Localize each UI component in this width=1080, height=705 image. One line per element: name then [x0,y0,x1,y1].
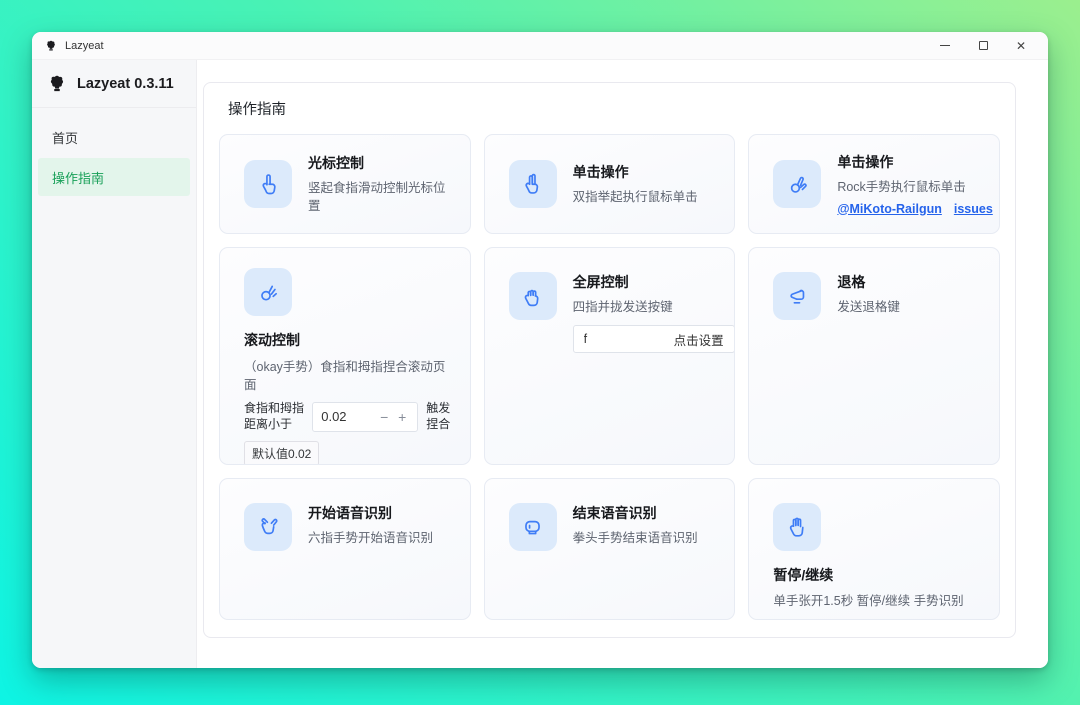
card-scroll-control: 滚动控制 （okay手势）食指和拇指捏合滚动页面 食指和拇指距离小于 − + 触… [219,247,471,465]
point-up-hand-icon [244,160,292,208]
card-title: 滚动控制 [244,330,456,350]
card-title: 结束语音识别 [573,503,698,523]
card-backspace: 退格 发送退格键 [748,247,1000,465]
app-logo-icon [44,39,58,53]
threshold-prefix-label: 食指和拇指距离小于 [244,401,304,432]
two-fingers-hand-icon [509,160,557,208]
card-desc: 发送退格键 [837,298,900,316]
click-to-set-button[interactable]: 点击设置 [674,330,724,349]
app-name-version: Lazyeat 0.3.11 [77,76,174,92]
guide-panel: 操作指南 光标控制 竖起食指滑动控制光标位置 [203,82,1016,638]
card-title: 开始语音识别 [308,503,433,523]
card-desc: 六指手势开始语音识别 [308,529,433,547]
threshold-number-input[interactable]: − + [312,402,418,432]
okay-gesture-hand-icon [244,268,292,316]
sidebar-item-label: 首页 [52,128,78,147]
card-desc: 双指举起执行鼠标单击 [573,188,698,206]
card-desc: 四指并拢发送按键 [573,298,721,316]
sidebar: Lazyeat 0.3.11 首页 操作指南 [32,60,197,668]
card-pause-continue: 暂停/继续 单手张开1.5秒 暂停/继续 手势识别 [748,478,1000,620]
card-title: 退格 [837,272,900,292]
card-title: 暂停/继续 [773,565,981,585]
card-desc: Rock手势执行鼠标单击 [837,178,985,196]
maximize-button[interactable] [964,34,1002,58]
sidebar-item-home[interactable]: 首页 [38,118,190,156]
card-desc: 竖起食指滑动控制光标位置 [308,179,456,215]
maximize-icon [979,41,988,50]
card-title: 单击操作 [573,162,698,182]
titlebar: Lazyeat ✕ [32,32,1048,60]
fist-hand-icon [509,503,557,551]
backspace-hand-icon [773,272,821,320]
card-desc: 拳头手势结束语音识别 [573,529,698,547]
card-title: 光标控制 [308,153,456,173]
sidebar-menu: 首页 操作指南 [32,108,196,206]
threshold-value-field[interactable] [321,409,373,424]
card-title: 单击操作 [837,152,985,172]
threshold-suffix-label: 触发捏合 [426,401,455,432]
open-palm-hand-icon [773,503,821,551]
rock-gesture-hand-icon [773,160,821,208]
increment-button[interactable]: + [395,409,409,425]
card-title: 全屏控制 [573,272,721,292]
main-content: 操作指南 光标控制 竖起食指滑动控制光标位置 [197,60,1048,668]
card-start-voice-recognition: 开始语音识别 六指手势开始语音识别 [219,478,471,620]
card-desc: 单手张开1.5秒 暂停/继续 手势识别 [773,592,981,610]
four-fingers-hand-icon [509,272,557,320]
card-fullscreen-control: 全屏控制 四指并拢发送按键 点击设置 [484,247,736,465]
author-link[interactable]: @MiKoto-Railgun [837,202,942,216]
lazyeat-logo-icon [46,73,68,95]
app-window: Lazyeat ✕ Lazyeat 0.3.11 首页 操作指南 [32,32,1048,668]
close-icon: ✕ [1016,39,1026,53]
close-button[interactable]: ✕ [1002,34,1040,58]
card-end-voice-recognition: 结束语音识别 拳头手势结束语音识别 [484,478,736,620]
card-click-rock: 单击操作 Rock手势执行鼠标单击 @MiKoto-Railgun issues [748,134,1000,234]
guide-cards-grid: 光标控制 竖起食指滑动控制光标位置 单击操作 双指举起执行鼠标单击 [219,134,1000,620]
card-click-two-fingers: 单击操作 双指举起执行鼠标单击 [484,134,736,234]
page-title: 操作指南 [228,98,1000,119]
sidebar-item-label: 操作指南 [52,168,104,187]
card-cursor-control: 光标控制 竖起食指滑动控制光标位置 [219,134,471,234]
default-value-tag: 默认值0.02 [244,441,319,465]
sidebar-header: Lazyeat 0.3.11 [32,60,196,108]
card-desc: （okay手势）食指和拇指捏合滚动页面 [244,358,456,394]
minimize-icon [940,45,950,46]
sidebar-item-guide[interactable]: 操作指南 [38,158,190,196]
window-title: Lazyeat [65,40,104,52]
issues-link[interactable]: issues [954,202,993,216]
minimize-button[interactable] [926,34,964,58]
six-gesture-hand-icon [244,503,292,551]
decrement-button[interactable]: − [377,409,391,425]
key-value-field[interactable] [584,332,674,346]
send-key-input[interactable]: 点击设置 [573,325,735,353]
